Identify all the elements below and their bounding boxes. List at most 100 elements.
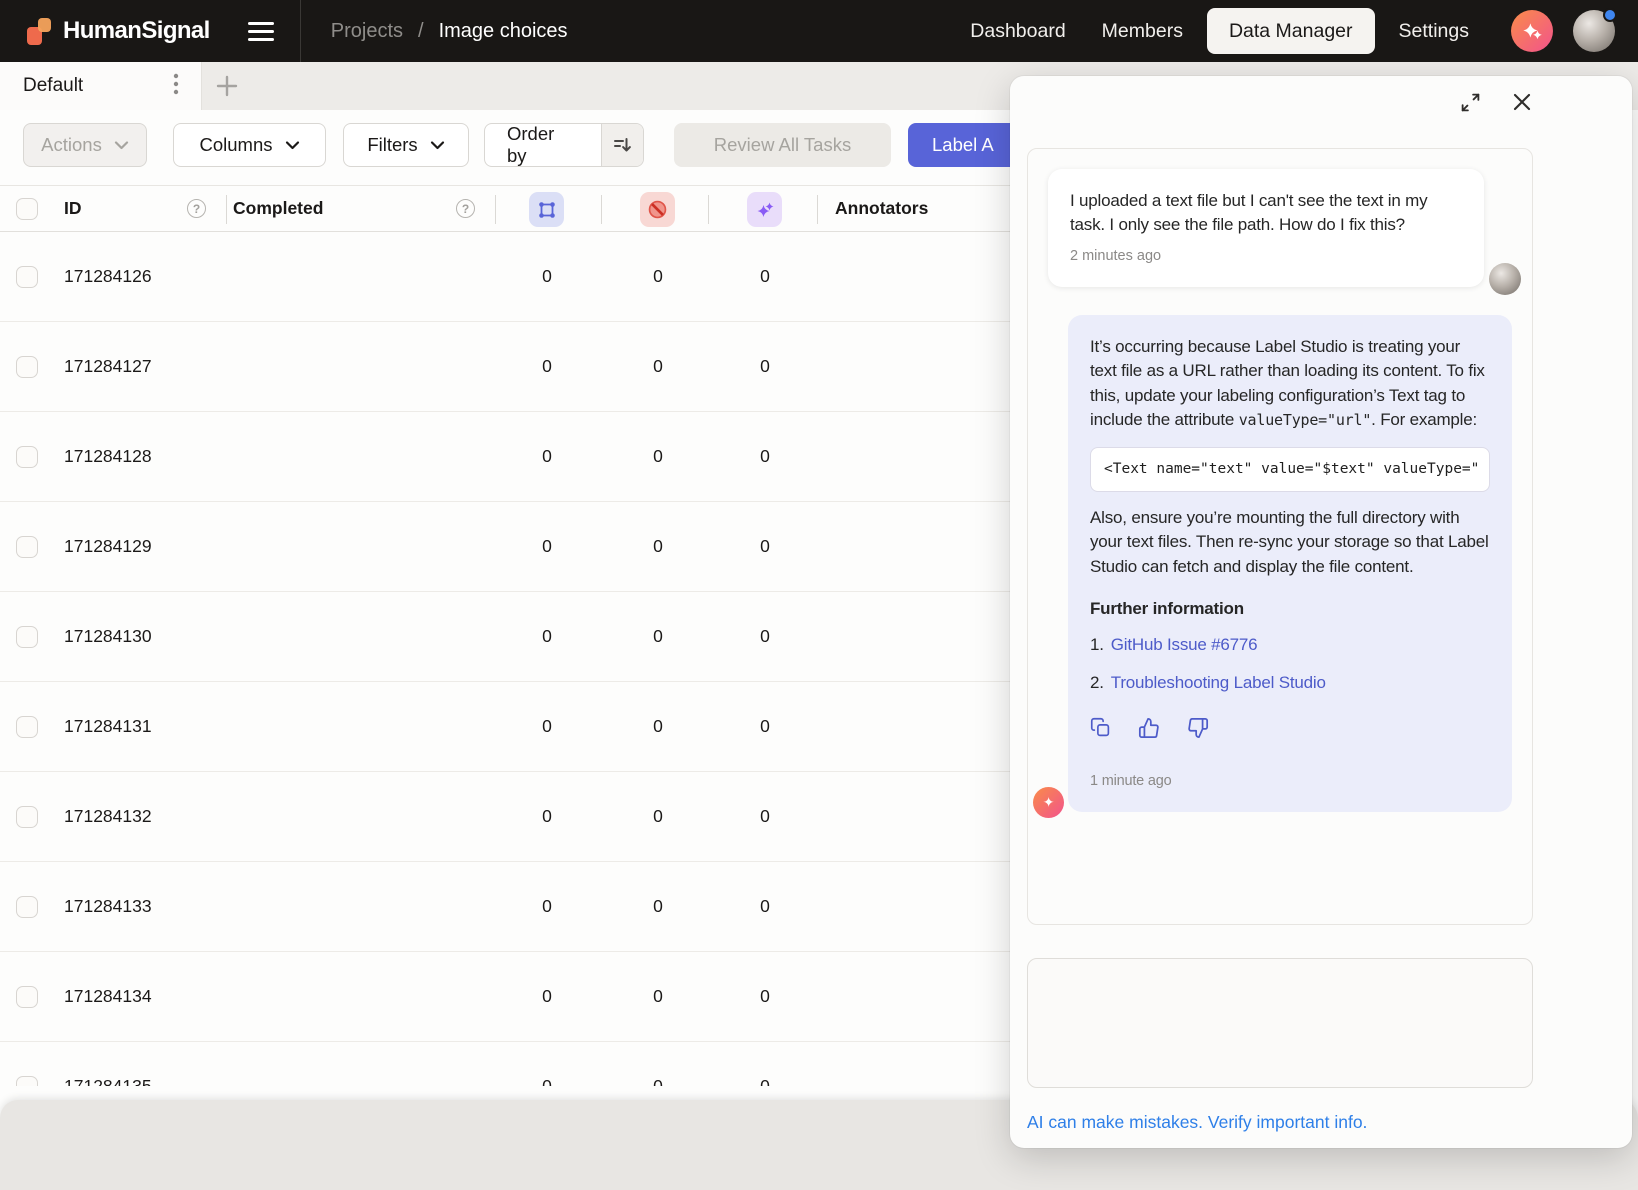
- cell-annotations: 0: [527, 356, 567, 377]
- row-checkbox[interactable]: [16, 986, 38, 1008]
- user-message-text: I uploaded a text file but I can't see t…: [1070, 189, 1462, 237]
- sparkles-icon: [1520, 19, 1544, 43]
- breadcrumb-current: Image choices: [439, 20, 568, 43]
- table-row[interactable]: 171284126 0 0 0: [0, 232, 1010, 322]
- tab-label: Default: [23, 75, 83, 97]
- cell-predictions: 0: [745, 356, 785, 377]
- breadcrumb: Projects / Image choices: [331, 20, 568, 43]
- cell-task-id: 171284132: [64, 806, 152, 827]
- further-information-heading: Further information: [1090, 597, 1490, 621]
- table-row[interactable]: 171284134 0 0 0: [0, 952, 1010, 1042]
- humansignal-logo-icon: [27, 18, 54, 45]
- kebab-icon[interactable]: [173, 72, 179, 101]
- table-row[interactable]: 171284135 0 0 0: [0, 1042, 1010, 1086]
- header-divider: [601, 195, 602, 224]
- cell-annotations: 0: [527, 1076, 567, 1086]
- cell-annotations: 0: [527, 536, 567, 557]
- thumbs-up-icon[interactable]: [1138, 717, 1160, 746]
- table-header: ID ? Completed ? Annotators: [0, 185, 1010, 232]
- chat-message-input[interactable]: [1027, 958, 1533, 1088]
- cell-skipped: 0: [638, 1076, 678, 1086]
- chat-messages: I uploaded a text file but I can't see t…: [1027, 148, 1533, 925]
- notification-dot: [1603, 8, 1617, 22]
- close-icon[interactable]: [1511, 91, 1533, 118]
- row-checkbox[interactable]: [16, 446, 38, 468]
- nav-item-settings[interactable]: Settings: [1381, 8, 1487, 54]
- header-divider: [495, 195, 496, 224]
- cell-task-id: 171284129: [64, 536, 152, 557]
- row-checkbox[interactable]: [16, 716, 38, 738]
- row-checkbox[interactable]: [16, 626, 38, 648]
- predictions-icon: [754, 199, 776, 221]
- columns-button[interactable]: Columns: [173, 123, 326, 167]
- table-row[interactable]: 171284133 0 0 0: [0, 862, 1010, 952]
- annotations-icon: [536, 199, 558, 221]
- cell-predictions: 0: [745, 266, 785, 287]
- ai-assistant-button[interactable]: [1511, 10, 1553, 52]
- nav-item-members[interactable]: Members: [1084, 8, 1201, 54]
- row-checkbox[interactable]: [16, 536, 38, 558]
- actions-button[interactable]: Actions: [23, 123, 147, 167]
- order-by-button[interactable]: Order by: [484, 123, 644, 167]
- ai-message-paragraph-2: Also, ensure you’re mounting the full di…: [1090, 506, 1490, 579]
- column-header-completed[interactable]: Completed: [233, 198, 323, 219]
- cell-skipped: 0: [638, 266, 678, 287]
- cell-predictions: 0: [745, 896, 785, 917]
- ai-chat-panel: I uploaded a text file but I can't see t…: [1010, 76, 1632, 1148]
- ai-message-paragraph-1: It’s occurring because Label Studio is t…: [1090, 335, 1490, 433]
- nav-item-dashboard[interactable]: Dashboard: [952, 8, 1083, 54]
- row-checkbox[interactable]: [16, 356, 38, 378]
- table-row[interactable]: 171284131 0 0 0: [0, 682, 1010, 772]
- table-row[interactable]: 171284130 0 0 0: [0, 592, 1010, 682]
- add-tab-icon[interactable]: [214, 73, 240, 99]
- cell-predictions: 0: [745, 536, 785, 557]
- sort-icon: [611, 134, 633, 156]
- cell-annotations: 0: [527, 446, 567, 467]
- expand-icon[interactable]: [1460, 92, 1481, 118]
- hamburger-icon[interactable]: [248, 22, 274, 41]
- review-all-tasks-label: Review All Tasks: [714, 134, 851, 156]
- thumbs-down-icon[interactable]: [1187, 717, 1209, 746]
- cell-skipped: 0: [638, 806, 678, 827]
- review-all-tasks-button[interactable]: Review All Tasks: [674, 123, 891, 167]
- sort-direction-toggle[interactable]: [601, 123, 643, 167]
- inline-code: valueType="url": [1239, 411, 1371, 429]
- cell-predictions: 0: [745, 986, 785, 1007]
- copy-icon[interactable]: [1090, 717, 1111, 746]
- help-icon[interactable]: ?: [187, 199, 206, 218]
- humansignal-logo[interactable]: HumanSignal: [27, 17, 210, 45]
- table-row[interactable]: 171284129 0 0 0: [0, 502, 1010, 592]
- task-table: 171284126 0 0 0 171284127 0 0 0 17128412…: [0, 232, 1010, 1086]
- table-row[interactable]: 171284128 0 0 0: [0, 412, 1010, 502]
- cell-skipped: 0: [638, 446, 678, 467]
- row-checkbox[interactable]: [16, 896, 38, 918]
- tab-default[interactable]: Default: [0, 62, 202, 110]
- breadcrumb-projects[interactable]: Projects: [331, 20, 403, 43]
- ai-message-bubble: It’s occurring because Label Studio is t…: [1068, 315, 1512, 812]
- user-avatar[interactable]: [1573, 10, 1615, 52]
- row-checkbox[interactable]: [16, 806, 38, 828]
- troubleshooting-link[interactable]: Troubleshooting Label Studio: [1111, 673, 1326, 692]
- predictions-column-header[interactable]: [747, 192, 782, 227]
- cell-predictions: 0: [745, 716, 785, 737]
- row-checkbox[interactable]: [16, 1076, 38, 1086]
- table-row[interactable]: 171284132 0 0 0: [0, 772, 1010, 862]
- github-issue-link[interactable]: GitHub Issue #6776: [1111, 635, 1258, 654]
- label-tasks-label: Label A: [932, 134, 994, 156]
- annotations-column-header[interactable]: [529, 192, 564, 227]
- skipped-column-header[interactable]: [640, 192, 675, 227]
- list-item: 2.Troubleshooting Label Studio: [1090, 671, 1490, 695]
- table-row[interactable]: 171284127 0 0 0: [0, 322, 1010, 412]
- filters-button[interactable]: Filters: [343, 123, 469, 167]
- select-all-checkbox[interactable]: [16, 198, 38, 220]
- cell-task-id: 171284128: [64, 446, 152, 467]
- cell-skipped: 0: [638, 356, 678, 377]
- header-divider: [226, 195, 227, 224]
- row-checkbox[interactable]: [16, 266, 38, 288]
- column-header-id[interactable]: ID: [64, 198, 82, 219]
- nav-item-data-manager[interactable]: Data Manager: [1207, 8, 1375, 54]
- column-header-annotators[interactable]: Annotators: [835, 198, 928, 219]
- code-block[interactable]: <Text name="text" value="$text" valueTyp…: [1090, 447, 1490, 492]
- help-icon[interactable]: ?: [456, 199, 475, 218]
- cell-skipped: 0: [638, 626, 678, 647]
